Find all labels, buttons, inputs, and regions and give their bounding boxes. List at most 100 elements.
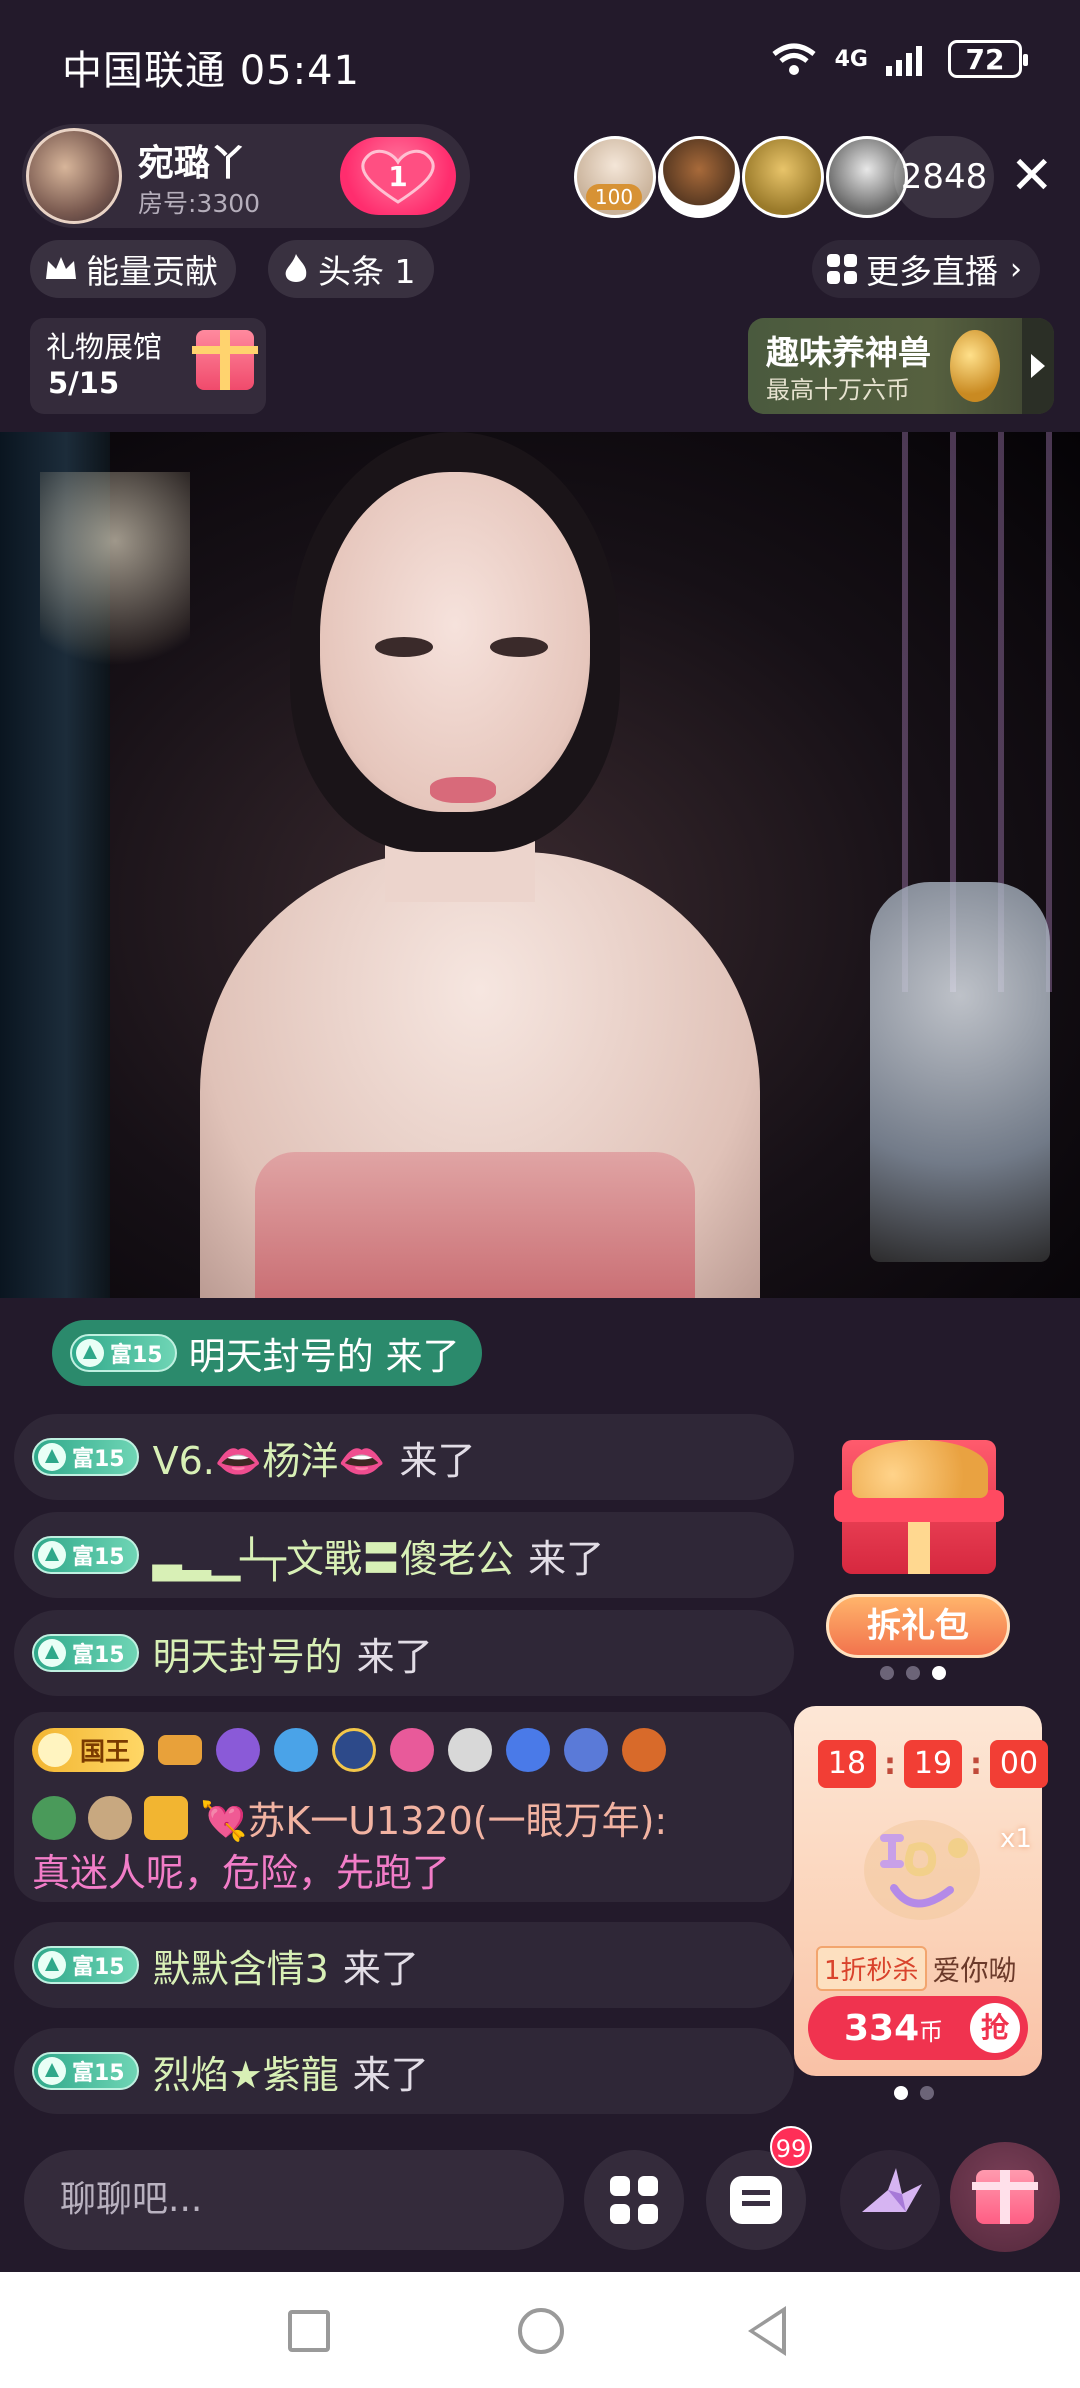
grid-icon [610,2176,658,2224]
planet-icon [506,1728,551,1772]
send-gift-button[interactable] [950,2142,1060,2252]
home-icon[interactable] [518,2308,564,2354]
chevron-right-icon: › [1010,251,1022,287]
paper-crane-button[interactable] [840,2150,940,2250]
signal-icon [886,46,922,76]
level-icon [38,1443,66,1471]
follow-heart-button[interactable]: 1 [340,137,456,215]
gift-gallery-title: 礼物展馆 [46,330,163,364]
chat-username[interactable]: 💘苏K一U1320(一眼万年): [200,1790,667,1845]
gift-bow-icon [852,1440,988,1498]
level-icon [76,1339,104,1367]
king-badge-row: 国王 [32,1728,667,1772]
level-badge: 富15 [32,1946,139,1984]
chat-message: 富15 明天封号的 来了 [14,1610,794,1696]
viewer-count[interactable]: 2848 [894,136,994,218]
timer-minutes: 19 [904,1740,962,1788]
headline-label: 头条 1 [318,252,416,291]
medal-icon-purple [216,1728,261,1772]
swirl-icon [448,1728,493,1772]
level-icon [38,1541,66,1569]
level-badge: 富15 [70,1334,177,1372]
compass-icon [332,1728,377,1772]
chat-message-text: 真迷人呢，危险，先跑了 [32,1851,451,1895]
more-functions-button[interactable] [584,2150,684,2250]
more-live-label: 更多直播 [866,252,998,291]
eagle-icon [564,1728,609,1772]
level-badge: 富15 [32,1536,139,1574]
grid-icon [827,254,857,284]
viewer-avatar-3[interactable] [742,136,824,218]
crest-icon [622,1728,667,1772]
play-arrow-icon[interactable] [1022,318,1054,414]
chat-arrived-text: 来了 [342,1946,419,1991]
gift-gallery-progress: 5/15 [48,366,120,400]
level-badge: 富15 [32,1438,139,1476]
host-avatar[interactable] [26,128,122,224]
chat-username[interactable]: 明天封号的 [153,1626,343,1681]
level-badge: 富15 [32,2052,139,2090]
open-gift-pack-button[interactable]: 拆礼包 [826,1594,1010,1658]
paper-crane-icon [862,2168,922,2212]
flame-icon [285,254,307,282]
flash-sale-info: 1折秒杀 爱你呦 [816,1946,1017,1991]
king-badge: 国王 [32,1728,145,1772]
flash-sale-tag: 1折秒杀 [816,1946,927,1991]
fav-count: 1 [388,159,408,193]
unread-badge: 99 [770,2126,812,2168]
viewer-rank-badge: 100 [586,184,642,210]
grab-button[interactable]: 抢 [970,2003,1020,2053]
level-badge: 富15 [32,1634,139,1672]
message-icon [730,2176,782,2224]
chat-entry-highlight: 富15 明天封号的 来了 [52,1320,482,1386]
headline-button[interactable]: 头条 1 [268,240,434,298]
chat-username[interactable]: V6.👄杨洋👄 [153,1430,386,1485]
energy-label: 能量贡献 [86,252,218,291]
energy-contribution-button[interactable]: 能量贡献 [30,240,236,298]
chat-message: 富15 烈焰★紫龍 来了 [14,2028,794,2114]
chat-username[interactable]: 烈焰★紫龍 [153,2044,339,2099]
live-video-stream[interactable] [0,432,1080,1298]
chat-arrived-text: 来了 [385,1335,460,1378]
king-name-row: 💘苏K一U1320(一眼万年): [32,1790,667,1845]
timer-hours: 18 [818,1740,876,1788]
gift-multiplier: x1 [1000,1824,1032,1854]
more-live-button[interactable]: 更多直播 › [812,240,1040,298]
crown-icon [158,1735,203,1765]
gift-box-icon [192,330,258,390]
flash-sale-buy-button[interactable]: 334币 抢 [808,1996,1028,2060]
viewer-avatar-2[interactable] [658,136,740,218]
egg-icon [950,330,1000,402]
host-room-number: 房号:3300 [138,189,261,218]
level-icon [38,2057,66,2085]
chat-arrived-text: 来了 [352,2052,429,2097]
chat-username[interactable]: 明天封号的 [189,1326,374,1380]
heart-badge-icon [390,1728,435,1772]
recent-apps-icon[interactable] [288,2310,330,2352]
chat-username[interactable]: ▃▂▁┴┬文戰〓傻老公 [153,1528,514,1583]
chat-arrived-text: 来了 [528,1536,605,1581]
chat-message: 富15 ▃▂▁┴┬文戰〓傻老公 来了 [14,1512,794,1598]
close-icon[interactable]: ✕ [1010,150,1054,202]
flash-sale-gift-name: 爱你呦 [932,1953,1017,1987]
king-icon [38,1733,72,1767]
chat-message: 富15 默默含情3 来了 [14,1922,794,2008]
chat-message: 富15 V6.👄杨洋👄 来了 [14,1414,794,1500]
gift-icon [972,2170,1038,2224]
chat-input[interactable]: 聊聊吧... [24,2150,564,2250]
level-icon [38,1639,66,1667]
chat-arrived-text: 来了 [399,1438,476,1483]
status-icons: 4G 72 [771,40,1028,78]
beast-promo-title: 趣味养神兽 [766,333,931,372]
back-icon[interactable] [748,2306,786,2356]
user-badge-icon [144,1795,188,1840]
countdown-timer: 18 : 19 : 00 [818,1740,1048,1788]
medal-icon-blue [274,1728,319,1772]
level-icon [38,1951,66,1979]
chat-username[interactable]: 默默含情3 [153,1938,329,1993]
chat-arrived-text: 来了 [356,1634,433,1679]
flash-sale-pager [894,2086,934,2100]
battery-icon: 72 [948,40,1028,78]
beast-promo-subtitle: 最高十万六币 [766,376,910,404]
shield-badge-icon [32,1795,76,1840]
